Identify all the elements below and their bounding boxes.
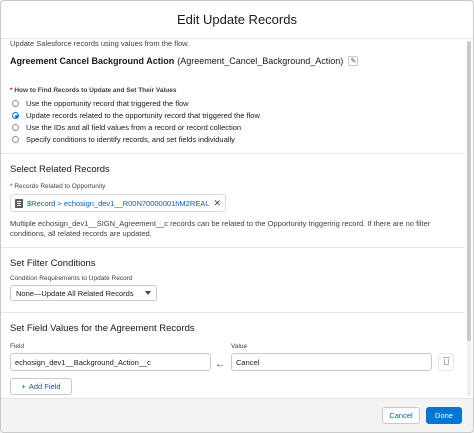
divider xyxy=(1,247,465,248)
modal-footer: Cancel Done xyxy=(1,398,473,432)
element-description: Update Salesforce records using values f… xyxy=(10,39,190,48)
trash-icon xyxy=(442,357,450,365)
radio-button[interactable] xyxy=(12,136,19,143)
divider xyxy=(1,153,465,154)
value-input[interactable]: Cancel xyxy=(231,353,432,371)
chevron-down-icon xyxy=(145,291,151,295)
field-values-title: Set Field Values for the Agreement Recor… xyxy=(10,323,195,334)
element-api-name: (Agreement_Cancel_Background_Action) xyxy=(177,56,344,66)
edit-update-records-modal: Edit Update Records Update Salesforce re… xyxy=(0,0,474,433)
divider xyxy=(1,312,465,313)
field-input[interactable]: echosign_dev1__Background_Action__c xyxy=(10,353,211,371)
related-records-value[interactable]: $Record > echosign_dev1__R00N70000001hM2… xyxy=(27,199,209,208)
condition-requirements-select[interactable]: None—Update All Related Records xyxy=(10,285,157,301)
left-arrow-icon: ← xyxy=(215,359,225,370)
radio-option-ids-and-values[interactable]: Use the IDs and all field values from a … xyxy=(12,123,241,132)
radio-option-specify-conditions[interactable]: Specify conditions to identify records, … xyxy=(12,135,235,144)
plus-icon: + xyxy=(21,382,26,391)
related-records-help: Multiple echosign_dev1__SIGN_Agreement__… xyxy=(10,219,431,238)
radio-option-related-records[interactable]: Update records related to the opportunit… xyxy=(12,111,260,120)
how-to-find-label: * How to Find Records to Update and Set … xyxy=(10,87,177,94)
add-field-button[interactable]: + Add Field xyxy=(10,378,72,395)
radio-button-selected[interactable] xyxy=(12,112,19,119)
required-marker: * xyxy=(10,87,13,94)
field-input-value: echosign_dev1__Background_Action__c xyxy=(15,357,151,367)
related-records-title: Select Related Records xyxy=(10,164,110,175)
radio-button[interactable] xyxy=(12,124,19,131)
filter-title: Set Filter Conditions xyxy=(10,258,96,269)
element-title: Agreement Cancel Background Action (Agre… xyxy=(10,56,359,66)
condition-requirements-value: None—Update All Related Records xyxy=(16,288,134,298)
field-label: Field xyxy=(10,343,25,350)
element-label: Agreement Cancel Background Action xyxy=(10,56,175,66)
radio-label: Use the IDs and all field values from a … xyxy=(26,123,242,132)
modal-body: Update Salesforce records using values f… xyxy=(1,39,473,398)
scrollbar-thumb[interactable] xyxy=(467,41,471,341)
pencil-icon[interactable]: ✎ xyxy=(348,56,359,66)
value-label: Value xyxy=(231,343,248,350)
modal-header: Edit Update Records xyxy=(1,1,473,39)
modal-title: Edit Update Records xyxy=(177,12,297,27)
records-icon xyxy=(15,198,23,208)
required-marker: * xyxy=(10,183,13,190)
related-records-pill[interactable]: $Record > echosign_dev1__R00N70000001hM2… xyxy=(10,194,226,212)
cancel-button[interactable]: Cancel xyxy=(382,407,420,424)
value-input-value: Cancel xyxy=(236,357,260,367)
radio-option-triggering-record[interactable]: Use the opportunity record that triggere… xyxy=(12,99,189,108)
scrollbar[interactable] xyxy=(467,41,471,396)
radio-label: Use the opportunity record that triggere… xyxy=(26,99,189,108)
how-to-find-label-text: How to Find Records to Update and Set Th… xyxy=(14,87,177,94)
radio-label: Specify conditions to identify records, … xyxy=(26,135,235,144)
related-records-label-text: Records Related to Opportunity xyxy=(14,183,106,190)
related-records-label: * Records Related to Opportunity xyxy=(10,183,105,190)
condition-requirements-label: Condition Requirements to Update Record xyxy=(10,275,133,282)
add-field-label: Add Field xyxy=(28,382,61,391)
done-button[interactable]: Done xyxy=(426,407,462,424)
close-icon[interactable]: ✕ xyxy=(213,198,221,209)
delete-field-button[interactable] xyxy=(438,353,454,371)
radio-label: Update records related to the opportunit… xyxy=(26,111,260,120)
radio-button[interactable] xyxy=(12,100,19,107)
